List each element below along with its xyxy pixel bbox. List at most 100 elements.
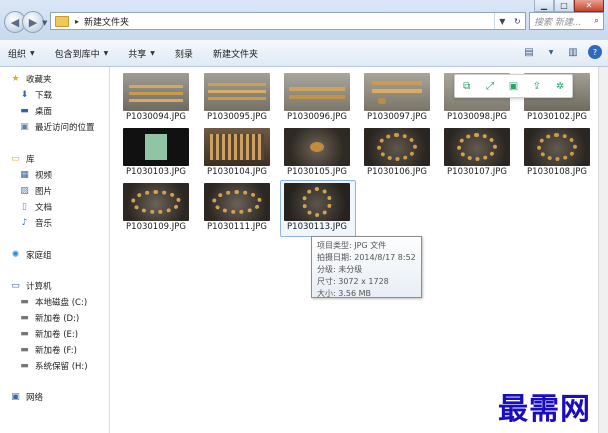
close-button[interactable]: ✕ (574, 0, 604, 12)
recent-pages-dropdown-icon[interactable]: ▼ (42, 19, 47, 27)
minimize-button[interactable]: ▁ (534, 0, 554, 12)
tooltip-type: 项目类型: JPG 文件 (317, 241, 387, 250)
file-name[interactable]: P1030109.JPG (116, 222, 196, 232)
file-name[interactable]: P1030098.JPG (437, 112, 517, 122)
sidebar-item-label: 新加卷 (D:) (35, 314, 80, 324)
file-info-tooltip: 项目类型: JPG 文件 拍摄日期: 2014/8/17 8:52 分级: 未分… (311, 236, 422, 298)
new-folder-label: 新建文件夹 (212, 49, 258, 60)
desktop-icon: ▬ (20, 105, 29, 116)
thumbnail-image[interactable] (364, 73, 430, 111)
thumbnail-image[interactable] (364, 128, 430, 166)
file-name[interactable]: P1030094.JPG (116, 112, 196, 122)
file-name[interactable]: P1030111.JPG (197, 222, 277, 232)
file-name[interactable]: P1030108.JPG (517, 167, 597, 177)
sidebar-item-drive-f[interactable]: ▬ 新加卷 (F:) (19, 343, 77, 357)
thumbnail-image[interactable] (284, 128, 350, 166)
breadcrumb-arrow-icon[interactable]: ▸ (75, 17, 79, 26)
sidebar-item-drive-e[interactable]: ▬ 新加卷 (E:) (19, 327, 78, 341)
address-dropdown-icon[interactable]: ▼ (499, 17, 505, 26)
view-options-icon[interactable]: ▤ (522, 45, 536, 59)
navigation-pane: ★ 收藏夹 ⬇ 下载 ▬ 桌面 ▣ 最近访问的位置 ▭ 库 ▦ 视频 ▨ 图片 … (0, 67, 110, 433)
include-library-button[interactable]: 包含到库中 ▼ (47, 40, 117, 66)
forward-button[interactable]: ▶ (22, 11, 44, 33)
file-name[interactable]: P1030096.JPG (277, 112, 357, 122)
sidebar-item-label: 文档 (35, 203, 53, 213)
thumbnail-image[interactable] (524, 128, 590, 166)
preview-pane-icon[interactable]: ▥ (566, 45, 580, 59)
sidebar-item-label: 最近访问的位置 (35, 123, 95, 133)
thumbnail-image[interactable] (284, 73, 350, 111)
thumbnail-image[interactable] (444, 128, 510, 166)
search-icon[interactable]: ⌕ (594, 16, 599, 26)
vertical-scrollbar[interactable] (598, 67, 608, 433)
breadcrumb-current-folder[interactable]: 新建文件夹 (84, 15, 129, 28)
organize-button[interactable]: 组织 ▼ (0, 40, 43, 66)
drive-icon: ▬ (20, 360, 29, 371)
file-name[interactable]: P1030102.JPG (517, 112, 597, 122)
network-icon: ▣ (11, 391, 20, 402)
documents-icon: ▯ (22, 201, 27, 212)
fullscreen-icon[interactable]: ⤢ (484, 80, 496, 92)
image-quick-toolbar: ⧉ ⤢ ▣ ⇪ ✲ (454, 74, 573, 98)
sidebar-item-homegroup[interactable]: ✺ 家庭组 (10, 248, 52, 262)
command-bar: 组织 ▼ 包含到库中 ▼ 共享 ▼ 刻录 新建文件夹 ▤ ▼ ▥ ? (0, 40, 608, 67)
homegroup-icon: ✺ (11, 249, 20, 260)
file-name[interactable]: P1030095.JPG (197, 112, 277, 122)
new-folder-button[interactable]: 新建文件夹 (205, 40, 266, 66)
tooltip-rating: 分级: 未分级 (317, 265, 363, 274)
sidebar-item-label: 收藏夹 (26, 75, 52, 85)
music-icon: ♪ (21, 217, 28, 228)
file-name[interactable]: P1030104.JPG (197, 167, 277, 177)
file-name[interactable]: P1030097.JPG (357, 112, 437, 122)
video-icon: ▦ (20, 169, 29, 180)
sidebar-item-libraries[interactable]: ▭ 库 (10, 152, 34, 166)
search-placeholder: 搜索 新建... (534, 17, 582, 28)
thumbnail-image[interactable] (284, 183, 350, 221)
sidebar-item-drive-h[interactable]: ▬ 系统保留 (H:) (19, 359, 87, 373)
search-input[interactable]: 搜索 新建... ⌕ (529, 12, 604, 30)
file-name[interactable]: P1030103.JPG (116, 167, 196, 177)
sidebar-item-drive-c[interactable]: ▬ 本地磁盘 (C:) (19, 295, 87, 309)
sidebar-item-label: 音乐 (35, 219, 53, 229)
sidebar-item-videos[interactable]: ▦ 视频 (19, 168, 52, 182)
file-name[interactable]: P1030113.JPG (277, 222, 357, 232)
refresh-icon[interactable]: ↻ (514, 17, 521, 26)
sidebar-item-recent[interactable]: ▣ 最近访问的位置 (19, 120, 95, 134)
help-icon[interactable]: ? (588, 45, 602, 59)
sidebar-item-label: 下载 (35, 91, 53, 101)
sidebar-item-pictures[interactable]: ▨ 图片 (19, 184, 52, 198)
thumbnail-image[interactable] (123, 183, 189, 221)
window-controls: ▁ □ ✕ (534, 0, 604, 12)
sidebar-item-label: 家庭组 (26, 251, 52, 261)
sidebar-item-music[interactable]: ♪ 音乐 (19, 216, 52, 230)
save-icon[interactable]: ▣ (507, 80, 519, 92)
file-name[interactable]: P1030106.JPG (357, 167, 437, 177)
burn-button[interactable]: 刻录 (167, 40, 201, 66)
sidebar-item-network[interactable]: ▣ 网络 (10, 390, 43, 404)
sidebar-item-computer[interactable]: ▭ 计算机 (10, 279, 51, 293)
address-bar[interactable]: ▸ 新建文件夹 ▼ ↻ (50, 12, 526, 30)
sidebar-item-favorites[interactable]: ★ 收藏夹 (10, 72, 52, 86)
thumbnail-image[interactable] (204, 128, 270, 166)
sidebar-item-drive-d[interactable]: ▬ 新加卷 (D:) (19, 311, 79, 325)
sidebar-item-label: 本地磁盘 (C:) (35, 298, 88, 308)
share-label: 共享 (128, 49, 147, 60)
file-name[interactable]: P1030107.JPG (437, 167, 517, 177)
thumbnail-image[interactable] (204, 183, 270, 221)
thumbnail-image[interactable] (123, 73, 189, 111)
share-icon[interactable]: ⇪ (531, 80, 543, 92)
share-button[interactable]: 共享 ▼ (120, 40, 163, 66)
chevron-down-icon: ▼ (150, 49, 155, 57)
maximize-button[interactable]: □ (554, 0, 574, 12)
thumbnail-image[interactable] (204, 73, 270, 111)
sidebar-item-downloads[interactable]: ⬇ 下载 (19, 88, 52, 102)
view-dropdown-icon[interactable]: ▼ (544, 45, 558, 59)
drive-icon: ▬ (20, 344, 29, 355)
sidebar-item-documents[interactable]: ▯ 文档 (19, 200, 52, 214)
settings-icon[interactable]: ✲ (554, 80, 566, 92)
recent-places-icon: ▣ (20, 121, 29, 132)
sidebar-item-desktop[interactable]: ▬ 桌面 (19, 104, 52, 118)
thumbnail-image[interactable] (123, 128, 189, 166)
copy-icon[interactable]: ⧉ (461, 80, 473, 92)
file-name[interactable]: P1030105.JPG (277, 167, 357, 177)
